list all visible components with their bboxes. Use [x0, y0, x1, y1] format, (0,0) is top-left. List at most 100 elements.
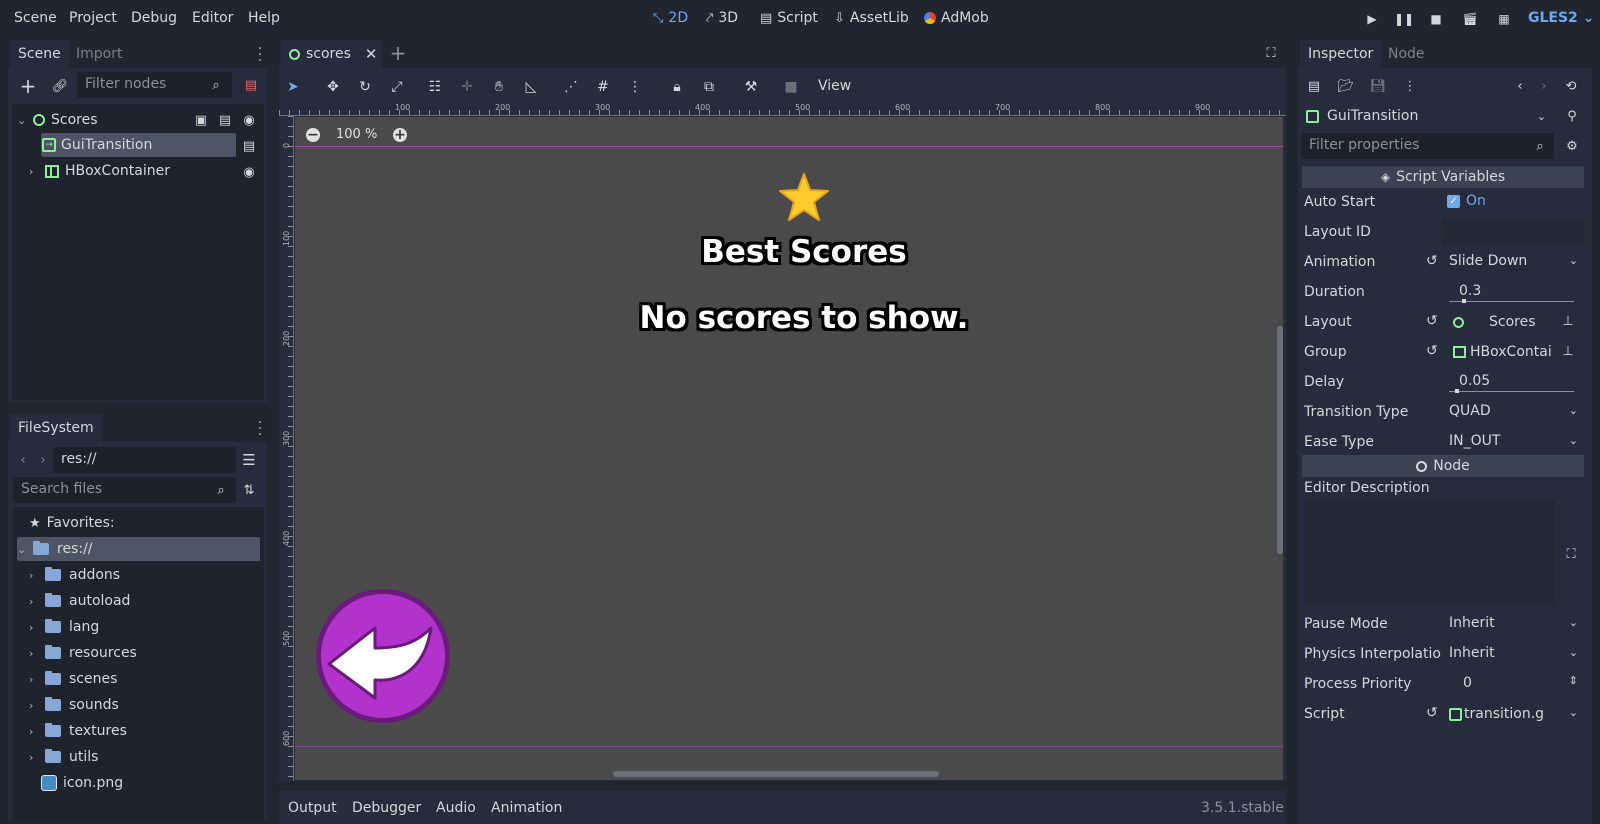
property-tools-icon[interactable]: ⚙ [1563, 137, 1581, 155]
workspace-admob[interactable]: AdMob [924, 10, 989, 26]
workspace-assetlib[interactable]: ⇩ AssetLib [834, 10, 909, 26]
chevron-right-icon[interactable]: › [29, 595, 39, 608]
tab-node[interactable]: Node [1380, 40, 1433, 68]
rotate-mode-icon[interactable]: ↻ [354, 76, 376, 98]
attached-script-icon[interactable]: ▤ [241, 138, 257, 154]
smart-snap-icon[interactable]: ⋰ [560, 76, 582, 98]
search-files-input[interactable]: Search files [13, 477, 236, 503]
auto-start-checkbox[interactable]: ✓ On [1447, 193, 1486, 209]
tab-audio[interactable]: Audio [436, 800, 476, 816]
pan-mode-icon[interactable]: ✋︎ [488, 76, 510, 98]
list-select-icon[interactable]: ☷ [424, 76, 446, 98]
workspace-2d[interactable]: ⤡ 2D [653, 10, 688, 26]
menu-scene[interactable]: Scene [14, 10, 57, 26]
clear-path-icon[interactable]: ⊥ [1560, 313, 1576, 329]
new-tab-icon[interactable]: + [388, 41, 408, 65]
revert-icon[interactable]: ↺ [1426, 343, 1438, 359]
revert-icon[interactable]: ↺ [1426, 313, 1438, 329]
duration-slider[interactable]: 0.3 [1443, 279, 1584, 305]
renderer-select[interactable]: GLES2 ⌄ [1528, 10, 1594, 26]
folder-addons[interactable]: › addons [29, 563, 120, 587]
menu-debug[interactable]: Debug [131, 10, 177, 26]
attached-script-icon[interactable]: ▤ [217, 112, 233, 128]
move-mode-icon[interactable]: ✥ [322, 76, 344, 98]
back-button[interactable] [313, 586, 453, 726]
zoom-level[interactable]: 100 % [336, 127, 377, 142]
workspace-3d[interactable]: ⤤ 3D [706, 10, 738, 26]
more-options-icon[interactable]: ⋮ [1401, 77, 1419, 95]
split-mode-icon[interactable]: ☰ [240, 451, 258, 469]
history-back-icon[interactable]: ‹ [1511, 77, 1529, 95]
favorites-row[interactable]: ★ Favorites: [29, 511, 115, 535]
workspace-script[interactable]: ▤ Script [760, 10, 818, 26]
chevron-right-icon[interactable]: › [29, 725, 39, 738]
back-icon[interactable]: ‹ [16, 452, 30, 468]
chevron-down-icon[interactable]: ⌄ [17, 114, 27, 127]
grid-snap-icon[interactable]: # [592, 76, 614, 98]
stop-icon[interactable]: ■ [1426, 9, 1446, 29]
tab-output[interactable]: Output [288, 800, 337, 816]
select-mode-icon[interactable]: ➤ [282, 76, 304, 98]
tree-node-guitransition[interactable]: → GuiTransition [41, 133, 236, 157]
revert-icon[interactable]: ↺ [1426, 253, 1438, 269]
folder-sounds[interactable]: › sounds [29, 693, 119, 717]
add-node-icon[interactable]: + [18, 74, 38, 98]
chevron-right-icon[interactable]: › [29, 569, 39, 582]
layout-node-path[interactable]: Scores [1443, 309, 1569, 335]
revert-icon[interactable]: ↺ [1426, 705, 1438, 721]
pivot-icon[interactable]: ✛ [456, 76, 478, 98]
folder-res-root[interactable]: ⌄ res:// [17, 537, 260, 561]
snap-options-icon[interactable]: ⋮ [624, 76, 646, 98]
camera-icon[interactable]: ■ [780, 76, 802, 98]
zoom-in-icon[interactable]: + [393, 127, 407, 143]
expand-icon[interactable]: ⛶ [1562, 545, 1580, 563]
save-icon[interactable]: 💾︎ [1369, 77, 1387, 95]
folder-utils[interactable]: › utils [29, 745, 98, 769]
scene-script-icon[interactable]: ▤ [242, 76, 260, 94]
menu-project[interactable]: Project [69, 10, 117, 26]
zoom-out-icon[interactable]: − [306, 127, 320, 143]
filter-properties-input[interactable]: Filter properties [1301, 133, 1554, 159]
vertical-scrollbar[interactable] [1277, 326, 1283, 554]
new-resource-icon[interactable]: ▤ [1305, 77, 1323, 95]
pause-icon[interactable]: ❚❚ [1394, 9, 1414, 29]
group-node-path[interactable]: HBoxContai [1443, 339, 1569, 365]
history-icon[interactable]: ⟲ [1562, 77, 1580, 95]
spin-arrows-icon[interactable]: ⇕ [1569, 674, 1578, 687]
script-resource-picker[interactable]: transition.g ⌄ [1443, 701, 1584, 727]
forward-icon[interactable]: › [36, 452, 50, 468]
tab-scene[interactable]: Scene [10, 40, 69, 68]
chevron-right-icon[interactable]: › [29, 165, 39, 178]
chevron-right-icon[interactable]: › [29, 673, 39, 686]
folder-lang[interactable]: › lang [29, 615, 99, 639]
folder-resources[interactable]: › resources [29, 641, 137, 665]
tab-animation[interactable]: Animation [491, 800, 562, 816]
ease-type-dropdown[interactable]: IN_OUT ⌄ [1443, 429, 1584, 455]
link-icon[interactable]: 🔗︎ [50, 76, 70, 96]
folder-textures[interactable]: › textures [29, 719, 127, 743]
skeleton-icon[interactable]: ⚒ [740, 76, 762, 98]
close-icon[interactable]: ✕ [365, 45, 378, 63]
animation-dropdown[interactable]: Slide Down ⌄ [1443, 249, 1584, 275]
group-icon[interactable]: ▣ [193, 112, 209, 128]
tab-inspector[interactable]: Inspector [1300, 40, 1382, 68]
tree-node-scores[interactable]: ⌄ Scores [17, 108, 98, 132]
scene-tab-scores[interactable]: scores ✕ [281, 40, 382, 68]
open-folder-icon[interactable]: 📂︎ [1337, 77, 1355, 95]
physics-interpolation-dropdown[interactable]: Inherit ⌄ [1443, 641, 1584, 667]
chevron-right-icon[interactable]: › [29, 699, 39, 712]
pause-mode-dropdown[interactable]: Inherit ⌄ [1443, 611, 1584, 637]
filesystem-menu-icon[interactable]: · · · [256, 416, 264, 442]
tab-filesystem[interactable]: FileSystem [10, 414, 102, 442]
folder-autoload[interactable]: › autoload [29, 589, 130, 613]
folder-scenes[interactable]: › scenes [29, 667, 117, 691]
fullscreen-icon[interactable]: ⛶ [1262, 44, 1280, 62]
tree-node-hboxcontainer[interactable]: › HBoxContainer [29, 159, 170, 183]
chevron-down-icon[interactable]: ⌄ [17, 543, 27, 556]
file-icon-png[interactable]: icon.png [41, 771, 123, 795]
tab-import[interactable]: Import [68, 40, 130, 68]
section-node[interactable]: Node [1302, 455, 1584, 477]
clear-path-icon[interactable]: ⊥ [1560, 343, 1576, 359]
scene-dock-menu-icon[interactable]: · · · [256, 42, 264, 68]
group-nodes-icon[interactable]: ⧉ [698, 76, 720, 98]
